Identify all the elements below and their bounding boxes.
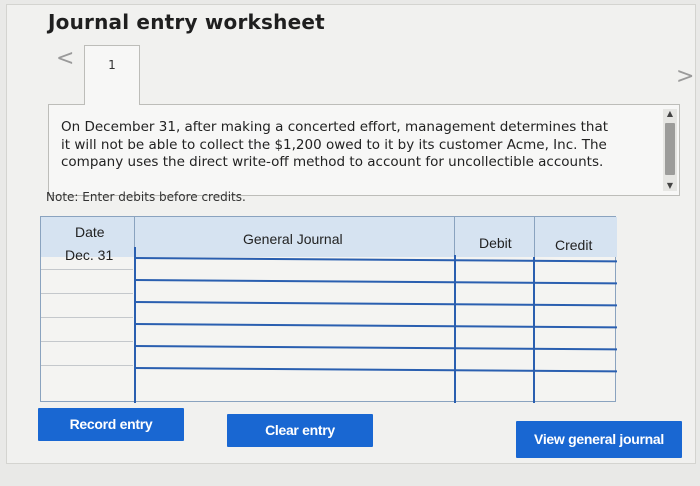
scroll-down-arrow-icon[interactable]: ▼ (663, 181, 677, 191)
date-input[interactable] (43, 295, 133, 315)
date-input[interactable] (43, 343, 133, 363)
debit-input[interactable] (457, 283, 533, 303)
date-input[interactable] (43, 319, 133, 339)
prompt-box: On December 31, after making a concerted… (48, 104, 680, 196)
account-input[interactable] (137, 347, 453, 367)
account-input[interactable] (137, 259, 453, 279)
credit-input[interactable] (537, 328, 615, 348)
scroll-thumb[interactable] (665, 123, 675, 175)
chevron-right-icon[interactable]: > (676, 64, 694, 89)
page-title: Journal entry worksheet (48, 10, 325, 34)
row-divider (41, 317, 133, 318)
view-general-journal-button[interactable]: View general journal (516, 421, 682, 458)
debit-input[interactable] (457, 305, 533, 325)
credit-input[interactable] (537, 284, 615, 304)
row-divider (41, 365, 133, 366)
date-input[interactable] (43, 367, 133, 387)
debit-input[interactable] (457, 373, 533, 393)
row-divider (41, 269, 133, 270)
page-number: 1 (108, 58, 116, 72)
column-divider (454, 255, 456, 403)
account-input[interactable] (137, 371, 453, 391)
row-divider (41, 293, 133, 294)
instruction-note: Note: Enter debits before credits. (46, 190, 246, 204)
account-input[interactable] (137, 281, 453, 301)
prompt-scrollbar[interactable]: ▲ ▼ (663, 109, 677, 191)
clear-entry-button[interactable]: Clear entry (227, 414, 373, 447)
journal-table: Date General Journal Debit Credit Dec. 3… (40, 216, 617, 403)
column-header-credit: Credit (535, 217, 617, 257)
credit-input[interactable] (537, 306, 615, 326)
date-input[interactable] (43, 271, 133, 291)
row-divider (41, 341, 133, 342)
credit-input[interactable] (537, 262, 615, 282)
debit-input[interactable] (457, 349, 533, 369)
account-input[interactable] (137, 325, 453, 345)
column-header-debit: Debit (455, 217, 535, 257)
prompt-text: On December 31, after making a concerted… (61, 119, 609, 170)
credit-input[interactable] (537, 350, 615, 370)
record-entry-button[interactable]: Record entry (38, 408, 184, 441)
credit-input[interactable] (537, 374, 615, 394)
date-cell: Dec. 31 (65, 247, 114, 263)
debit-input[interactable] (457, 327, 533, 347)
chevron-left-icon[interactable]: < (56, 46, 74, 71)
debit-input[interactable] (457, 261, 533, 281)
column-divider (533, 257, 535, 403)
account-input[interactable] (137, 303, 453, 323)
page-tab-1[interactable]: 1 (84, 45, 140, 105)
scroll-up-arrow-icon[interactable]: ▲ (663, 109, 677, 119)
column-header-general-journal: General Journal (135, 217, 455, 257)
